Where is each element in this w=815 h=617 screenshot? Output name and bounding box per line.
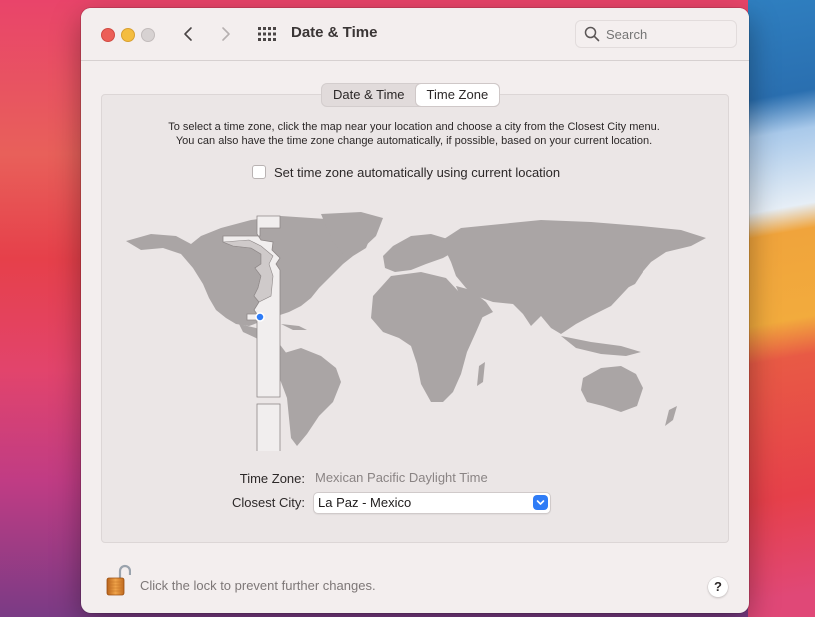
lock-status-text: Click the lock to prevent further change… (140, 578, 376, 593)
auto-time-zone-label[interactable]: Set time zone automatically using curren… (274, 165, 560, 180)
tab-time-zone[interactable]: Time Zone (415, 84, 500, 106)
chevron-left-icon (184, 27, 192, 41)
tab-date-time[interactable]: Date & Time (322, 84, 416, 106)
zoom-button[interactable] (141, 28, 155, 42)
auto-time-zone-row[interactable]: Set time zone automatically using curren… (252, 164, 560, 180)
show-all-button[interactable] (257, 25, 277, 43)
lock-button[interactable] (105, 563, 132, 597)
south-america (275, 348, 341, 446)
southeast-asia-islands (561, 336, 641, 356)
help-button[interactable]: ? (708, 577, 728, 597)
grid-icon (258, 27, 276, 41)
date-time-preferences-window: Date & Time Date & Time Time Zone To sel… (81, 8, 749, 613)
back-button[interactable] (178, 22, 200, 46)
continents (126, 212, 706, 446)
window-title: Date & Time (291, 24, 378, 41)
search-icon (584, 26, 600, 42)
caribbean (281, 324, 307, 330)
time-zone-label: Time Zone: (239, 471, 305, 486)
new-zealand (665, 406, 677, 426)
chevron-down-icon (536, 500, 545, 505)
forward-button[interactable] (215, 22, 237, 46)
location-marker[interactable] (255, 312, 265, 322)
closest-city-select[interactable]: La Paz - Mexico (313, 492, 551, 514)
instructions-line-2: You can also have the time zone change a… (175, 135, 653, 147)
unlocked-padlock-icon (106, 564, 132, 596)
tab-bar: Date & Time Time Zone (321, 83, 501, 107)
search-field[interactable] (575, 20, 737, 48)
australia (581, 366, 643, 412)
madagascar (477, 362, 485, 386)
desktop-wallpaper (748, 0, 815, 617)
search-input[interactable] (606, 27, 726, 42)
closest-city-dropdown-button[interactable] (533, 495, 548, 510)
auto-time-zone-checkbox[interactable] (252, 165, 266, 179)
time-zone-value: Mexican Pacific Daylight Time (315, 470, 488, 485)
minimize-button[interactable] (121, 28, 135, 42)
close-button[interactable] (101, 28, 115, 42)
title-bar: Date & Time (81, 8, 749, 61)
instructions-line-1: To select a time zone, click the map nea… (168, 121, 660, 133)
world-map[interactable] (121, 206, 711, 451)
chevron-right-icon (222, 27, 230, 41)
closest-city-label: Closest City: (232, 495, 305, 510)
instructions-text: To select a time zone, click the map nea… (101, 120, 727, 148)
closest-city-value: La Paz - Mexico (318, 495, 412, 510)
